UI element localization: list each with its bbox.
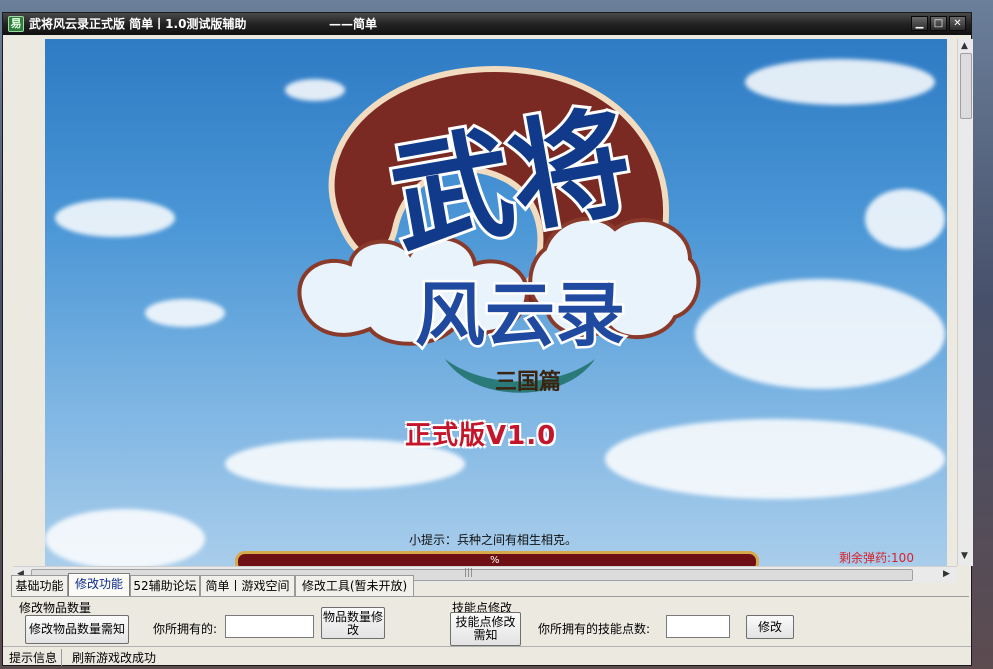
tab-game-space[interactable]: 简单丨游戏空间 bbox=[200, 575, 295, 597]
tab-modify-tool[interactable]: 修改工具(暂未开放) bbox=[295, 575, 414, 597]
cloud bbox=[605, 419, 945, 499]
skill-notice-button[interactable]: 技能点修改需知 bbox=[450, 612, 521, 646]
logo-chapter-text: 三国篇 bbox=[495, 369, 561, 395]
game-viewport[interactable]: 武将 风云录 三国篇 正式版V1.0 小提示：兵种之间有相生相克。 % 剩余弹药… bbox=[45, 39, 947, 566]
window-title: 武将风云录正式版 简单丨1.0测试版辅助 bbox=[29, 17, 247, 31]
game-loading-bar: % bbox=[235, 551, 759, 566]
window-title-suffix: ——简单 bbox=[329, 17, 378, 31]
item-group-title: 修改物品数量 bbox=[19, 601, 92, 615]
cloud bbox=[55, 199, 175, 237]
status-message: 刷新游戏改成功 bbox=[72, 651, 157, 665]
vertical-scroll-thumb[interactable] bbox=[960, 53, 972, 119]
item-notice-button[interactable]: 修改物品数量需知 bbox=[25, 615, 129, 644]
scroll-up-icon[interactable]: ▲ bbox=[961, 41, 968, 51]
cloud bbox=[745, 59, 935, 105]
logo-sub-text: 风云录 bbox=[415, 273, 625, 356]
skill-owned-label: 你所拥有的技能点数: bbox=[538, 622, 651, 636]
app-icon: 易 bbox=[8, 16, 24, 32]
maximize-button[interactable]: □ bbox=[930, 16, 947, 31]
skill-modify-button[interactable]: 修改 bbox=[746, 615, 794, 639]
vertical-scrollbar[interactable]: ▲ ▼ bbox=[957, 39, 973, 566]
status-label: 提示信息 bbox=[9, 649, 63, 666]
scroll-down-icon[interactable]: ▼ bbox=[961, 551, 968, 561]
scroll-right-icon[interactable]: ▶ bbox=[943, 569, 950, 579]
item-owned-label: 你所拥有的: bbox=[153, 622, 218, 636]
minimize-button[interactable]: ▁ bbox=[911, 16, 928, 31]
app-window: 易 武将风云录正式版 简单丨1.0测试版辅助 ——简单 ▁ □ ✕ 武将 风云录… bbox=[2, 12, 973, 666]
cloud bbox=[145, 299, 225, 327]
cloud bbox=[45, 509, 205, 566]
tab-modify[interactable]: 修改功能 bbox=[68, 573, 130, 597]
title-bar[interactable]: 易 武将风云录正式版 简单丨1.0测试版辅助 ——简单 ▁ □ ✕ bbox=[3, 13, 971, 35]
status-bar: 提示信息 刷新游戏改成功 bbox=[3, 646, 971, 666]
item-owned-input[interactable] bbox=[225, 615, 314, 638]
ammo-counter: 剩余弹药:100 bbox=[839, 551, 914, 565]
game-logo: 武将 风云录 三国篇 bbox=[297, 65, 701, 395]
cloud bbox=[695, 279, 945, 389]
game-version-text: 正式版V1.0 bbox=[405, 421, 557, 451]
tab-forum[interactable]: 52辅助论坛 bbox=[130, 575, 200, 597]
loading-bar-text: % bbox=[490, 555, 500, 566]
cloud bbox=[865, 189, 945, 249]
game-hint-text: 小提示：兵种之间有相生相克。 bbox=[409, 533, 578, 547]
skill-owned-input[interactable] bbox=[666, 615, 730, 638]
tab-basic[interactable]: 基础功能 bbox=[11, 575, 68, 597]
item-modify-button[interactable]: 物品数量修改 bbox=[321, 607, 385, 639]
close-button[interactable]: ✕ bbox=[949, 16, 966, 31]
modify-panel: 修改物品数量 修改物品数量需知 你所拥有的: 物品数量修改 技能点修改 技能点修… bbox=[11, 596, 969, 646]
